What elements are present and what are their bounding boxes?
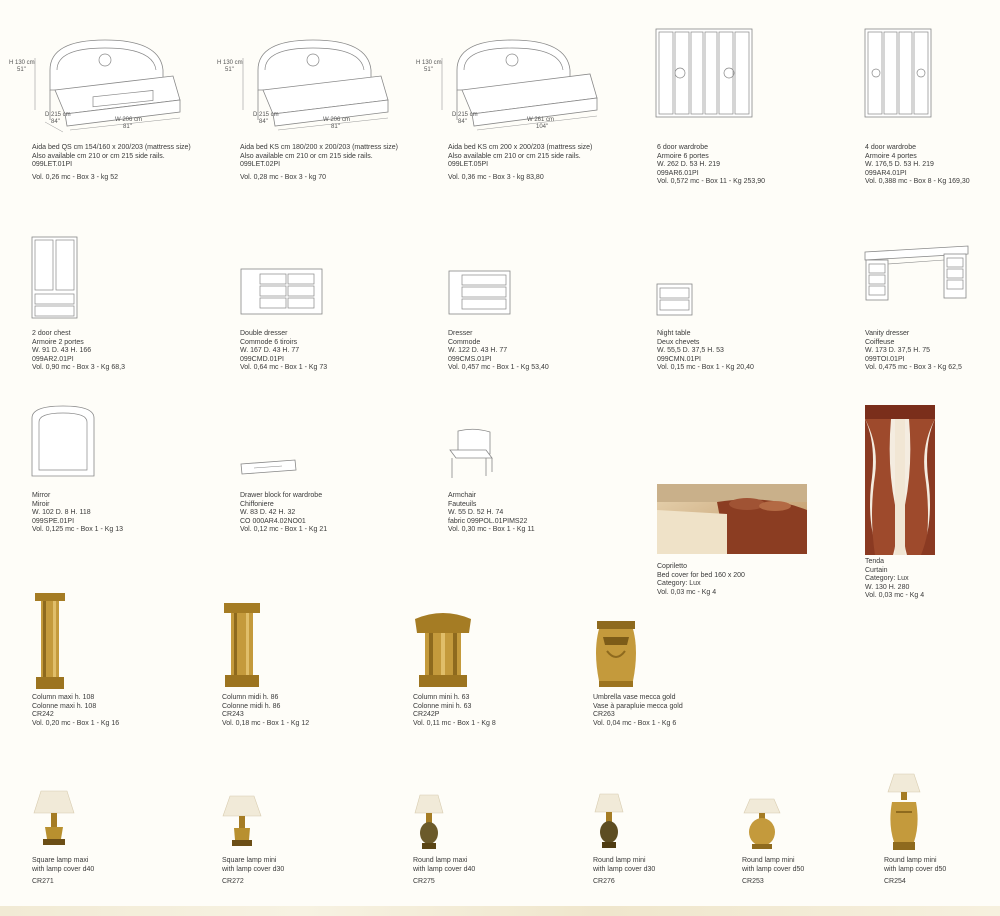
product-caption: Armchair Fauteuils W. 55 D. 52 H. 74 fab… (448, 492, 535, 534)
svg-text:H 130 cm: H 130 cm (217, 60, 243, 66)
product-caption: 4 door wardrobe Armoire 4 portes W. 176,… (865, 144, 970, 186)
wardrobe-drawing-icon (655, 28, 753, 118)
lamp-icon (594, 793, 624, 848)
svg-text:D 215 cm: D 215 cm (253, 112, 279, 118)
lamp-icon (743, 798, 781, 849)
wardrobe-drawing-icon (864, 28, 932, 118)
svg-text:104'': 104'' (536, 124, 548, 130)
svg-text:51'': 51'' (225, 67, 234, 73)
product-caption: Dresser Commode W. 122 D. 43 H. 77 099CM… (448, 330, 549, 372)
product-caption: Square lamp maxi with lamp cover d40 CR2… (32, 857, 95, 886)
dresser-drawing-icon (240, 268, 323, 315)
gold-column-icon (224, 603, 260, 687)
product-caption: Aida bed QS cm 154/160 x 200/203 (mattre… (32, 144, 191, 181)
product-caption: Umbrella vase mecca gold Vase à paraplui… (593, 694, 683, 727)
lamp-icon (887, 773, 921, 850)
gold-vase-icon (596, 621, 636, 687)
lamp-icon (222, 795, 262, 846)
bed-drawing-icon: H 130 cm 51'' D 215 cm 84'' W 261 cm 104… (416, 39, 598, 131)
svg-text:81'': 81'' (123, 124, 132, 130)
product-caption: Tenda Curtain Category: Lux W. 130 H. 28… (865, 558, 925, 600)
product-caption: Double dresser Commode 6 tiroirs W. 167 … (240, 330, 328, 372)
lamp-icon (414, 794, 444, 849)
product-caption: Vanity dresser Coiffeuse W. 173 D. 37,5 … (865, 330, 962, 372)
svg-text:51'': 51'' (424, 67, 433, 73)
product-caption: Drawer block for wardrobe Chiffoniere W.… (240, 492, 328, 534)
drawer-block-drawing-icon (240, 459, 297, 475)
svg-text:W 206 cm: W 206 cm (115, 117, 142, 123)
lamp-icon (33, 790, 75, 845)
svg-text:51'': 51'' (17, 67, 26, 73)
svg-text:W 206 cm: W 206 cm (323, 117, 350, 123)
armchair-drawing-icon (449, 428, 493, 478)
svg-text:84'': 84'' (259, 119, 268, 125)
gold-column-icon (35, 593, 65, 689)
decorative-footer-band (0, 906, 1000, 916)
dresser-drawing-icon (448, 270, 511, 315)
svg-text:D 215 cm: D 215 cm (452, 112, 478, 118)
product-caption: Round lamp mini with lamp cover d30 CR27… (593, 857, 656, 886)
svg-text:81'': 81'' (331, 124, 340, 130)
night-table-drawing-icon (656, 283, 693, 316)
product-caption: Mirror Miroir W. 102 D. 8 H. 118 099SPE.… (32, 492, 124, 534)
curtain-photo (865, 405, 935, 555)
product-caption: 2 door chest Armoire 2 portes W. 91 D. 4… (32, 330, 125, 372)
product-caption: Round lamp mini with lamp cover d50 CR25… (884, 857, 947, 886)
product-caption: Copriletto Bed cover for bed 160 x 200 C… (657, 563, 745, 596)
gold-column-icon (415, 613, 471, 687)
svg-text:84'': 84'' (458, 119, 467, 125)
vanity-drawing-icon (864, 245, 969, 301)
product-caption: Round lamp mini with lamp cover d50 CR25… (742, 857, 805, 886)
product-caption: Column maxi h. 108 Colonne maxi h. 108 C… (32, 694, 120, 727)
product-caption: Aida bed KS cm 200 x 200/203 (mattress s… (448, 144, 593, 181)
product-caption: Square lamp mini with lamp cover d30 CR2… (222, 857, 285, 886)
svg-text:W 261 cm: W 261 cm (527, 117, 554, 123)
svg-text:84'': 84'' (51, 119, 60, 125)
bed-height-label: H 130 cm (9, 60, 35, 66)
product-caption: Column midi h. 86 Colonne midi h. 86 CR2… (222, 694, 310, 727)
product-caption: Aida bed KS cm 180/200 x 200/203 (mattre… (240, 144, 398, 181)
product-caption: Column mini h. 63 Colonne mini h. 63 CR2… (413, 694, 496, 727)
product-caption: Night table Deux chevets W. 55,5 D. 37,5… (657, 330, 754, 372)
mirror-drawing-icon (31, 405, 95, 477)
chest-drawing-icon (31, 236, 78, 319)
bed-cover-photo (657, 484, 807, 554)
svg-text:D 215 cm: D 215 cm (45, 112, 71, 118)
product-caption: 6 door wardrobe Armoire 6 portes W. 262 … (657, 144, 766, 186)
bed-drawing-icon: H 130 cm 51'' D 215 cm 84'' W 206 cm 81'… (217, 39, 389, 131)
svg-text:H 130 cm: H 130 cm (416, 60, 442, 66)
bed-drawing-icon: H 130 cm 51'' D 215 cm 84'' W 206 cm 81'… (9, 39, 181, 133)
product-caption: Round lamp maxi with lamp cover d40 CR27… (413, 857, 476, 886)
